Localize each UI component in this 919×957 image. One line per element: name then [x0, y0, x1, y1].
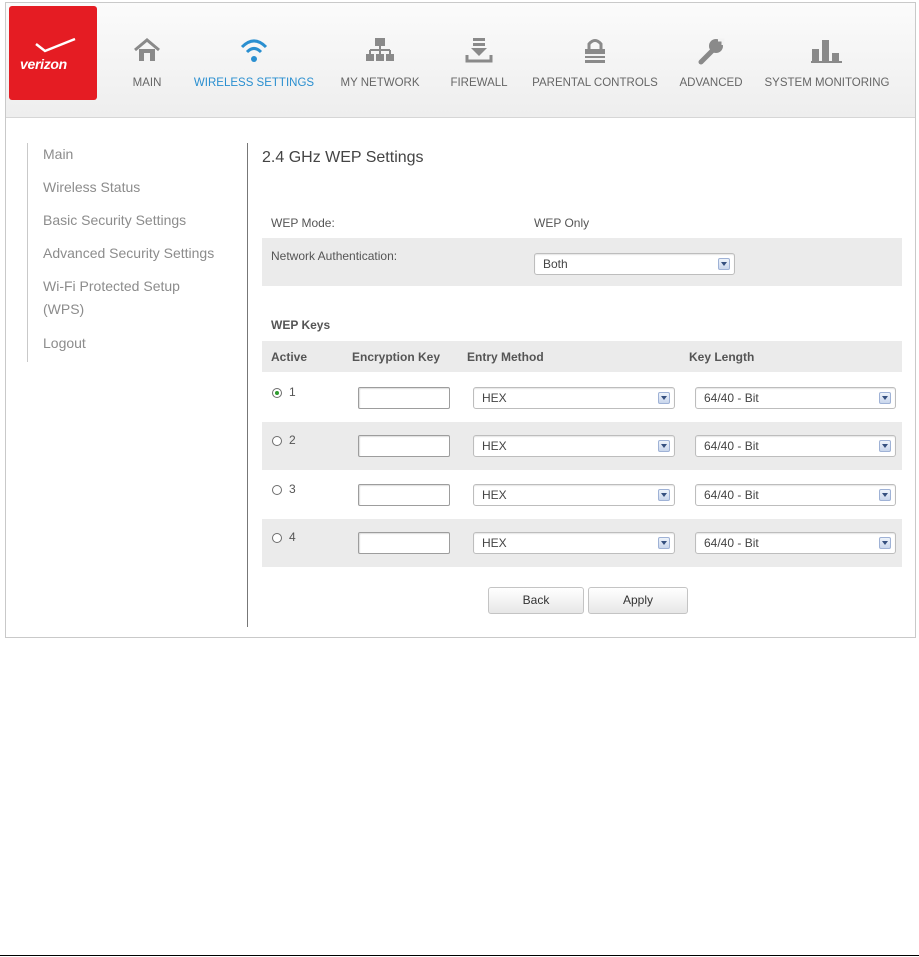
nav-main-label: MAIN: [132, 77, 162, 89]
active-key-radio-1[interactable]: [272, 388, 282, 398]
firewall-icon: [465, 38, 493, 63]
chevron-down-icon[interactable]: [658, 537, 670, 549]
encryption-key-input-2[interactable]: [358, 435, 450, 457]
apply-button[interactable]: Apply: [588, 587, 688, 614]
chevron-down-icon[interactable]: [879, 489, 891, 501]
wep-keys-heading: WEP Keys: [271, 318, 331, 332]
entry-method-select-4[interactable]: HEX: [473, 532, 675, 554]
chevron-down-icon[interactable]: [879, 440, 891, 452]
key-number-2: 2: [289, 433, 296, 447]
key-number-1: 1: [289, 385, 296, 399]
entry-method-select-2[interactable]: HEX: [473, 435, 675, 457]
key-length-value-4: 64/40 - Bit: [704, 536, 759, 550]
sidebar: Main Wireless Status Basic Security Sett…: [27, 143, 228, 362]
bar-chart-icon: [811, 40, 842, 63]
wifi-icon: [240, 39, 268, 62]
sidebar-item-wps[interactable]: Wi-Fi Protected Setup: [43, 275, 233, 298]
chevron-down-icon[interactable]: [718, 258, 730, 270]
key-length-value-1: 64/40 - Bit: [704, 391, 759, 405]
key-length-select-3[interactable]: 64/40 - Bit: [695, 484, 896, 506]
router-admin-window: verizon MAIN WIRELESS SETTINGS MY NETWOR…: [5, 2, 916, 638]
sidebar-item-wireless-status[interactable]: Wireless Status: [43, 176, 233, 199]
entry-method-value-2: HEX: [482, 439, 507, 453]
nav-parental-controls-label: PARENTAL CONTROLS: [532, 77, 658, 89]
active-key-radio-2[interactable]: [272, 436, 282, 446]
key-length-select-4[interactable]: 64/40 - Bit: [695, 532, 896, 554]
nav-wireless-settings[interactable]: WIRELESS SETTINGS: [193, 3, 315, 103]
nav-firewall[interactable]: FIREWALL: [450, 3, 508, 103]
sidebar-item-logout[interactable]: Logout: [43, 332, 233, 355]
nav-main[interactable]: MAIN: [124, 3, 170, 103]
nav-advanced-label: ADVANCED: [679, 77, 743, 89]
key-number-3: 3: [289, 482, 296, 496]
col-header-active: Active: [271, 350, 308, 364]
chevron-down-icon[interactable]: [658, 392, 670, 404]
page-bottom-rule: [0, 955, 919, 956]
chevron-down-icon[interactable]: [658, 489, 670, 501]
active-key-radio-3[interactable]: [272, 485, 282, 495]
sidebar-item-advanced-security[interactable]: Advanced Security Settings: [43, 242, 233, 265]
nav-advanced[interactable]: ADVANCED: [679, 3, 743, 103]
nav-firewall-label: FIREWALL: [450, 77, 508, 89]
back-button[interactable]: Back: [488, 587, 584, 614]
active-key-radio-4[interactable]: [272, 533, 282, 543]
entry-method-value-3: HEX: [482, 488, 507, 502]
nav-my-network[interactable]: MY NETWORK: [340, 3, 420, 103]
wrench-icon: [698, 38, 725, 65]
sidebar-item-basic-security[interactable]: Basic Security Settings: [43, 209, 233, 232]
content-divider: [247, 143, 248, 627]
key-length-value-3: 64/40 - Bit: [704, 488, 759, 502]
verizon-logo[interactable]: verizon: [9, 6, 97, 100]
logo-text: verizon: [20, 56, 67, 72]
nav-system-monitoring-label: SYSTEM MONITORING: [764, 77, 890, 89]
nav-system-monitoring[interactable]: SYSTEM MONITORING: [764, 3, 890, 103]
chevron-down-icon[interactable]: [879, 392, 891, 404]
col-header-encryption-key: Encryption Key: [352, 350, 441, 364]
key-length-value-2: 64/40 - Bit: [704, 439, 759, 453]
sidebar-item-main[interactable]: Main: [43, 143, 233, 166]
wep-mode-label: WEP Mode:: [271, 216, 335, 230]
encryption-key-input-4[interactable]: [358, 532, 450, 554]
sidebar-item-wps-suffix[interactable]: (WPS): [43, 298, 233, 321]
home-icon: [134, 38, 160, 61]
col-header-key-length: Key Length: [689, 350, 755, 364]
entry-method-value-4: HEX: [482, 536, 507, 550]
chevron-down-icon[interactable]: [879, 537, 891, 549]
check-mark-icon: [35, 37, 76, 53]
nav-my-network-label: MY NETWORK: [340, 77, 420, 89]
key-length-select-2[interactable]: 64/40 - Bit: [695, 435, 896, 457]
col-header-entry-method: Entry Method: [467, 350, 544, 364]
wep-mode-value: WEP Only: [534, 216, 590, 230]
page-title: 2.4 GHz WEP Settings: [262, 149, 424, 166]
header-bar: verizon MAIN WIRELESS SETTINGS MY NETWOR…: [6, 3, 915, 118]
chevron-down-icon[interactable]: [658, 440, 670, 452]
lock-icon: [585, 39, 605, 63]
net-auth-select[interactable]: Both: [534, 253, 735, 275]
network-icon: [366, 38, 394, 61]
encryption-key-input-3[interactable]: [358, 484, 450, 506]
entry-method-value-1: HEX: [482, 391, 507, 405]
nav-wireless-settings-label: WIRELESS SETTINGS: [193, 77, 315, 89]
net-auth-label: Network Authentication:: [271, 249, 398, 263]
key-length-select-1[interactable]: 64/40 - Bit: [695, 387, 896, 409]
encryption-key-input-1[interactable]: [358, 387, 450, 409]
net-auth-select-value: Both: [543, 257, 568, 271]
entry-method-select-3[interactable]: HEX: [473, 484, 675, 506]
nav-parental-controls[interactable]: PARENTAL CONTROLS: [532, 3, 658, 103]
entry-method-select-1[interactable]: HEX: [473, 387, 675, 409]
key-number-4: 4: [289, 530, 296, 544]
